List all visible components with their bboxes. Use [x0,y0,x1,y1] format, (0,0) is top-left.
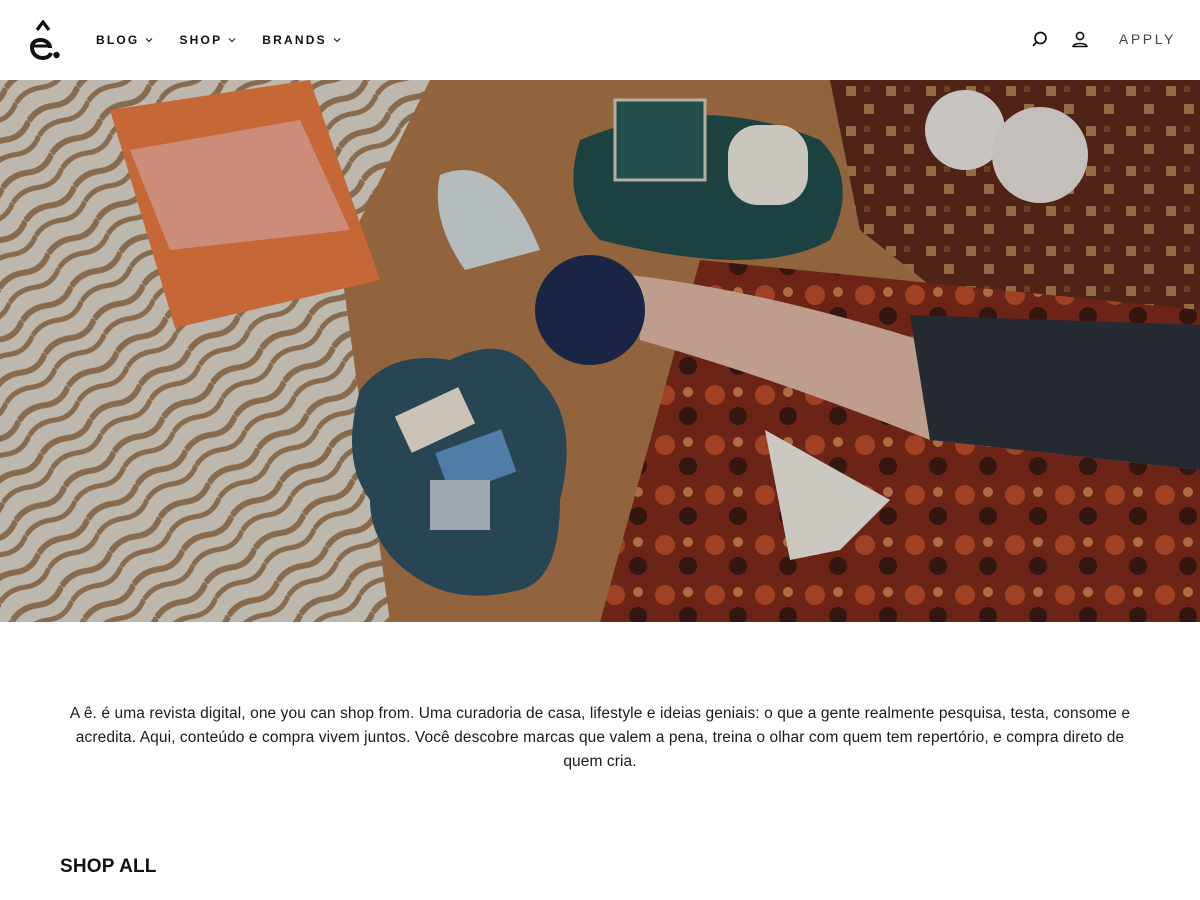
account-button[interactable] [1069,26,1091,52]
nav-brands[interactable]: BRANDS [262,30,341,50]
chevron-down-icon [333,38,341,43]
header-actions: APPLY [1029,26,1176,52]
main-nav: BLOG SHOP BRANDS [96,30,341,50]
shop-all-title: SHOP ALL [60,856,157,877]
search-button[interactable] [1029,26,1051,52]
user-icon [1072,31,1088,48]
chevron-down-icon [228,38,236,43]
apply-link[interactable]: APPLY [1109,31,1176,47]
hero-image [0,80,1200,622]
logo[interactable] [28,19,62,62]
nav-brands-label: BRANDS [262,33,327,47]
nav-shop[interactable]: SHOP [179,30,236,50]
intro-text: A ê. é uma revista digital, one you can … [69,705,1131,770]
chevron-down-icon [146,38,153,43]
nav-blog[interactable]: BLOG [96,30,153,50]
nav-shop-label: SHOP [179,33,223,47]
hero-photo-icon [0,80,1200,622]
e-circumflex-logo-icon [29,19,60,61]
site-header: BLOG SHOP BRANDS APPLY [0,0,1200,80]
search-icon [1032,31,1047,47]
nav-blog-label: BLOG [96,33,140,47]
